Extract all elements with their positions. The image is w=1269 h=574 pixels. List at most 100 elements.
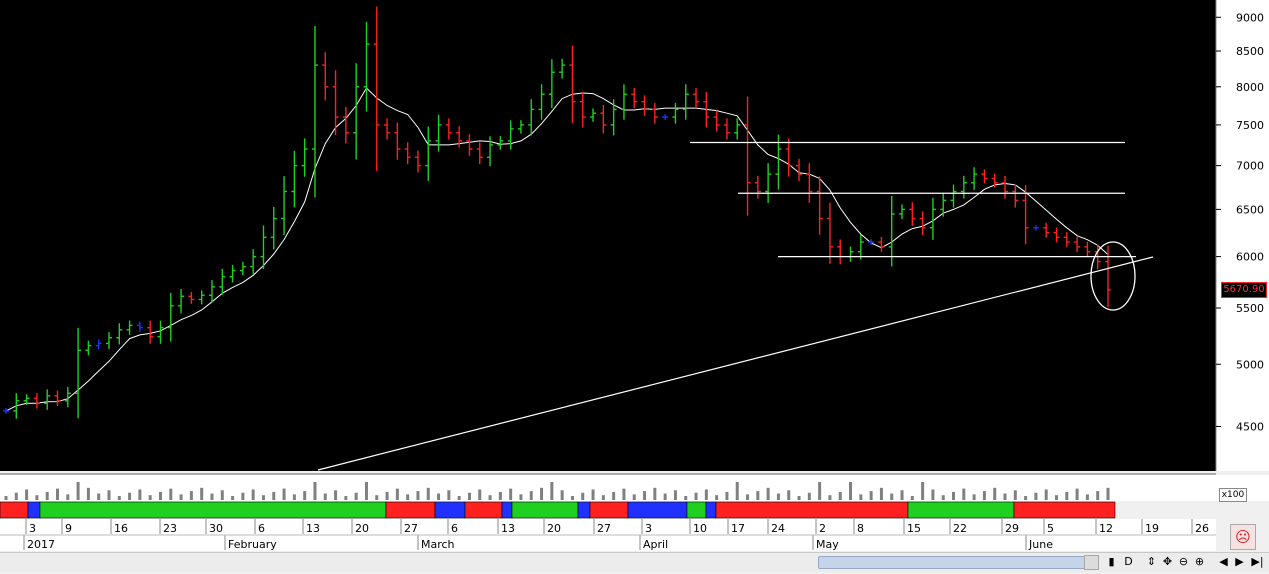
volume-bar [622,488,626,500]
volume-bar [910,496,914,500]
day-label: 27 [597,522,611,535]
y-tick-label: 7500 [1236,119,1264,132]
day-label: 3 [29,522,36,535]
volume-bar [570,496,574,500]
volume-bar [550,482,554,500]
zoom-in-icon[interactable]: ⊕ [1192,554,1207,569]
volume-bar [1034,492,1038,500]
trend-segment [705,501,717,519]
y-tick-label: 5000 [1236,358,1264,371]
zoom-out-icon[interactable]: ⊖ [1176,554,1191,569]
volume-bar [313,482,317,500]
volume-bar [117,496,121,500]
volume-bar [993,487,997,500]
volume-bar [715,495,719,500]
volume-bar [1044,489,1048,500]
vertical-resize-icon[interactable]: ⇕ [1144,554,1159,569]
volume-bar [612,491,616,500]
trend-segment [27,501,41,519]
horizontal-scrollbar[interactable] [818,556,1086,569]
volume-bar [673,490,677,500]
day-label: 2 [819,522,826,535]
volume-bar [931,489,935,500]
y-tick-label: 6000 [1236,251,1264,264]
volume-bar [282,488,286,500]
trend-segment [627,501,688,519]
volume-bar [261,495,265,500]
day-label: 5 [1047,522,1054,535]
scroll-right-icon[interactable]: ▶ [1232,554,1247,569]
volume-bar [97,493,101,500]
volume-bar [272,491,276,500]
volume-bar [952,491,956,500]
y-axis-panel [1216,0,1269,471]
volume-bar [838,491,842,500]
volume-bar [509,488,513,500]
day-label: 17 [731,522,745,535]
y-tick-label: 5500 [1236,302,1264,315]
trend-segment [715,501,909,519]
volume-bar [1013,490,1017,500]
volume-bar [128,492,132,500]
volume-bar [653,487,657,500]
scrollbar-right-button[interactable] [1084,555,1099,570]
volume-bar [467,492,471,500]
period-d-icon[interactable]: D [1121,554,1136,569]
volume-bar [478,489,482,500]
month-label: June [1028,538,1053,551]
chart-type-icon[interactable]: ▮ [1104,554,1119,569]
volume-bar [375,495,379,500]
volume-bar [169,488,173,500]
volume-bar [890,493,894,500]
trend-color-strip [0,501,1116,519]
volume-bar [581,492,585,500]
last-price-tag: 5670.90 [1221,282,1267,298]
trend-segment [907,501,1015,519]
sentiment-icon[interactable]: ☹ [1230,524,1256,550]
volume-bar [591,489,595,500]
scroll-left-icon[interactable]: ◀ [1216,554,1231,569]
volume-bar [1075,488,1079,500]
month-label: February [228,538,277,551]
trend-segment [434,501,466,519]
volume-bar [869,491,873,500]
volume-bar [704,489,708,500]
price-chart: 9000 8500 8000 7500 7000 6500 6000 5500 5000 4500… [0,0,1269,551]
day-label: 24 [771,522,785,535]
volume-bar [220,490,224,500]
volume-bar [1065,491,1069,500]
trend-segment [577,501,591,519]
day-label: 15 [907,522,921,535]
volume-bar [76,482,80,500]
volume-bar [982,491,986,500]
trend-segment [511,501,579,519]
volume-bar [323,493,327,500]
volume-bar [148,495,152,500]
price-panel[interactable] [0,0,1216,471]
volume-bar [900,490,904,500]
volume-bar [828,495,832,500]
day-label: 6 [258,522,265,535]
chart-window: 9000 8500 8000 7500 7000 6500 6000 5500 5000 4500… [0,0,1269,572]
month-label: April [643,538,668,551]
trend-segment [501,501,513,519]
move-icon[interactable]: ✥ [1160,554,1175,569]
volume-bar [14,492,18,500]
volume-bar [756,491,760,500]
day-label: 27 [404,522,418,535]
day-label: 20 [547,522,561,535]
month-label: March [421,538,455,551]
volume-bar [560,490,564,500]
volume-bar [437,493,441,500]
month-label: 2017 [27,538,55,551]
volume-bar [292,494,296,500]
volume-bar [426,487,430,500]
volume-bar [395,488,399,500]
scroll-end-icon[interactable]: ▶| [1250,554,1265,569]
y-tick-label: 4500 [1236,420,1264,433]
volume-bar [921,482,925,500]
day-label: 29 [1005,522,1019,535]
volume-bar [735,482,739,500]
volume-bar [818,482,822,500]
volume-bar [200,487,204,500]
